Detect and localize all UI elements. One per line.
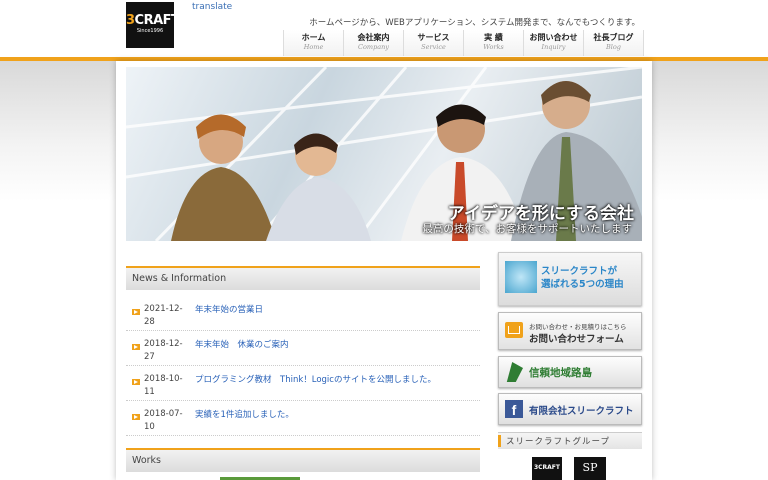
arrow-bullet-icon [132, 379, 140, 385]
nav-label: サービス [417, 33, 450, 42]
arrow-bullet-icon [132, 309, 140, 315]
inquiry-caption: お問い合わせ・お見積りはこちら [529, 323, 627, 331]
heading-accent [498, 435, 501, 447]
nav-blog[interactable]: 社長ブログ Blog [583, 30, 644, 56]
local-label: 信頼地域路島 [529, 367, 592, 379]
news-date: 2021-12-28 [144, 304, 183, 327]
nav-sublabel: Works [483, 43, 504, 51]
works-heading-bar: Works [126, 448, 480, 472]
group-logo-3craft[interactable]: 3CRAFT [532, 457, 562, 480]
nav-sublabel: Blog [606, 43, 621, 51]
arrow-bullet-icon [132, 344, 140, 350]
nav-sublabel: Home [303, 43, 324, 51]
reasons-line1: スリークラフトが [541, 266, 618, 277]
group-logo-sp[interactable]: SP [574, 457, 606, 480]
nav-label: 実 績 [484, 33, 503, 42]
news-item: 2021-12-28 年末年始の営業日 [126, 296, 480, 331]
news-date: 2018-12-27 [144, 339, 183, 362]
works-heading: Works [132, 455, 162, 466]
facebook-label: 有限会社スリークラフト [529, 406, 634, 417]
translate-link[interactable]: translate [192, 2, 232, 12]
nav-inquiry[interactable]: お問い合わせ Inquiry [523, 30, 583, 56]
global-nav: ホーム Home 会社案内 Company サービス Service 実 績 Works… [283, 30, 644, 56]
reasons-line2: 選ばれる5つの理由 [541, 279, 624, 290]
hero-subtitle: 最高の技術で、お客様をサポートいたします [422, 223, 632, 235]
inquiry-label: お問い合わせフォーム [529, 334, 624, 345]
news-link[interactable]: プログラミング教材 Think！Logicのサイトを公開しました。 [195, 373, 436, 385]
group-heading-bar: スリークラフトグループ [498, 432, 642, 449]
reasons-banner[interactable]: スリークラフトが 選ばれる5つの理由 [498, 252, 642, 306]
news-item: 2018-10-11 プログラミング教材 Think！Logicのサイトを公開し… [126, 366, 480, 401]
nav-company[interactable]: 会社案内 Company [343, 30, 403, 56]
nav-label: 社長ブログ [593, 33, 634, 42]
arrow-bullet-icon [132, 414, 140, 420]
nav-sublabel: Inquiry [541, 43, 566, 51]
nav-label: お問い合わせ [529, 33, 578, 42]
mail-icon [505, 322, 523, 338]
inquiry-form-banner[interactable]: お問い合わせ・お見積りはこちら お問い合わせフォーム [498, 312, 642, 350]
nav-service[interactable]: サービス Service [403, 30, 463, 56]
facebook-banner[interactable]: f 有限会社スリークラフト [498, 393, 642, 425]
nav-home[interactable]: ホーム Home [283, 30, 343, 56]
news-link[interactable]: 年末年始 休業のご案内 [195, 338, 289, 350]
local-banner[interactable]: 信頼地域路島 [498, 356, 642, 388]
site-logo[interactable]: 3CRAFT Since1996 [126, 2, 180, 48]
nav-label: ホーム [301, 33, 326, 42]
news-link[interactable]: 実績を1件追加しました。 [195, 408, 294, 420]
nav-sublabel: Company [358, 43, 389, 51]
logo-number: 3 [126, 13, 135, 28]
group-heading: スリークラフトグループ [506, 437, 610, 447]
news-item: 2018-07-10 実績を1件追加しました。 [126, 401, 480, 436]
news-list: 2021-12-28 年末年始の営業日 2018-12-27 年末年始 休業のご… [126, 296, 480, 436]
news-link[interactable]: 年末年始の営業日 [195, 303, 263, 315]
logo-text: CRAFT [134, 13, 180, 28]
nav-sublabel: Service [421, 43, 446, 51]
hero-banner: アイデアを形にする会社 最高の技術で、お客様をサポートいたします [126, 67, 642, 241]
logo-since: Since1996 [136, 28, 164, 34]
reasons-image [505, 261, 537, 293]
site-tagline: ホームページから、WEBアプリケーション、システム開発まで、なんでもつくります。 [309, 18, 640, 28]
nav-works[interactable]: 実 績 Works [463, 30, 523, 56]
news-date: 2018-07-10 [144, 409, 183, 432]
nav-label: 会社案内 [357, 33, 390, 42]
news-heading-bar: News & Information [126, 266, 480, 290]
news-heading: News & Information [132, 273, 227, 284]
news-date: 2018-10-11 [144, 374, 183, 397]
island-icon [506, 362, 523, 382]
facebook-icon: f [505, 400, 523, 418]
news-item: 2018-12-27 年末年始 休業のご案内 [126, 331, 480, 366]
